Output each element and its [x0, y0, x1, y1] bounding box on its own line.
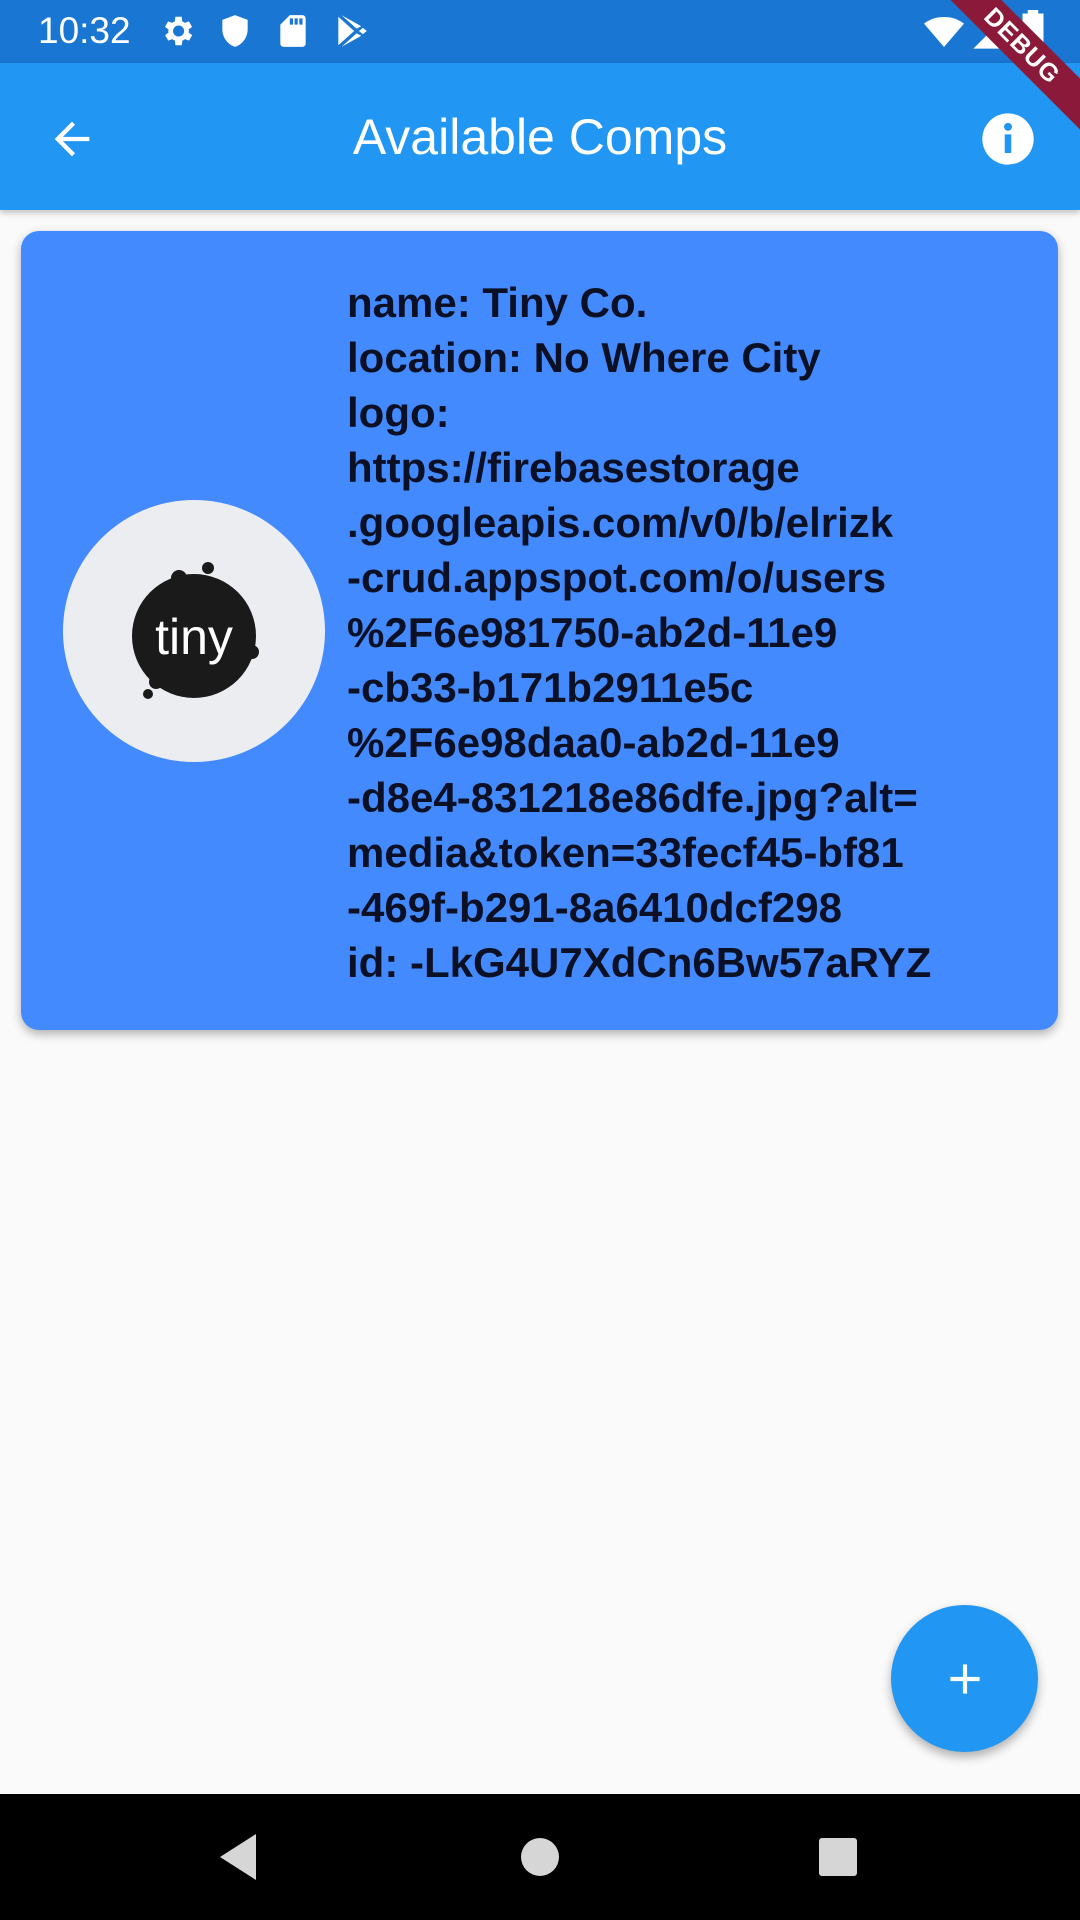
shield-icon — [222, 15, 248, 47]
company-logo-avatar: tiny — [63, 500, 325, 762]
play-store-icon — [338, 15, 367, 47]
home-circle-icon — [521, 1838, 559, 1876]
sd-card-icon — [280, 15, 306, 47]
company-logo-label-line: logo: — [347, 389, 450, 436]
recents-square-icon — [819, 1838, 857, 1876]
logo-url-line: -d8e4-831218e86dfe.jpg?alt= — [347, 774, 918, 821]
signal-icon — [973, 15, 1007, 49]
company-details: name: Tiny Co. location: No Where City l… — [347, 275, 1037, 990]
logo-url-line: %2F6e98daa0-ab2d-11e9 — [347, 719, 840, 766]
nav-home-button[interactable] — [510, 1827, 570, 1887]
info-button[interactable] — [972, 103, 1044, 175]
logo-url-line: media&token=33fecf45-bf81 — [347, 829, 904, 876]
logo-text: tiny — [155, 609, 233, 665]
wifi-icon — [924, 17, 964, 47]
app-bar: Available Comps — [0, 63, 1080, 210]
tiny-logo-icon: tiny — [132, 562, 259, 699]
logo-url-line: https://firebasestorage — [347, 444, 800, 491]
add-icon — [949, 1663, 980, 1694]
logo-url-line: .googleapis.com/v0/b/elrizk — [347, 499, 894, 546]
company-id-line: id: -LkG4U7XdCn6Bw57aRYZ — [347, 939, 932, 986]
page-title: Available Comps — [352, 109, 728, 165]
system-nav-bar — [0, 1794, 1080, 1920]
back-triangle-icon — [220, 1834, 256, 1880]
company-location-line: location: No Where City — [347, 334, 821, 381]
company-card[interactable]: tiny name: Tiny Co. location: No Where C… — [21, 231, 1058, 1030]
status-time: 10:32 — [38, 10, 131, 51]
logo-url-line: %2F6e981750-ab2d-11e9 — [347, 609, 838, 656]
logo-url-line: -469f-b291-8a6410dcf298 — [347, 884, 842, 931]
gear-icon — [164, 16, 193, 46]
logo-url-line: -crud.appspot.com/o/users — [347, 554, 887, 601]
battery-icon — [1022, 10, 1044, 52]
nav-back-button[interactable] — [208, 1827, 268, 1887]
nav-recents-button[interactable] — [808, 1827, 868, 1887]
app-screen: 10:32 Available Comps DEBUG tiny name: T… — [0, 0, 1080, 1920]
logo-url-line: -cb33-b171b2911e5c — [347, 664, 754, 711]
add-company-button[interactable] — [891, 1605, 1038, 1752]
status-bar: 10:32 — [0, 0, 1080, 63]
info-icon — [982, 113, 1034, 165]
company-name-line: name: Tiny Co. — [347, 279, 648, 326]
